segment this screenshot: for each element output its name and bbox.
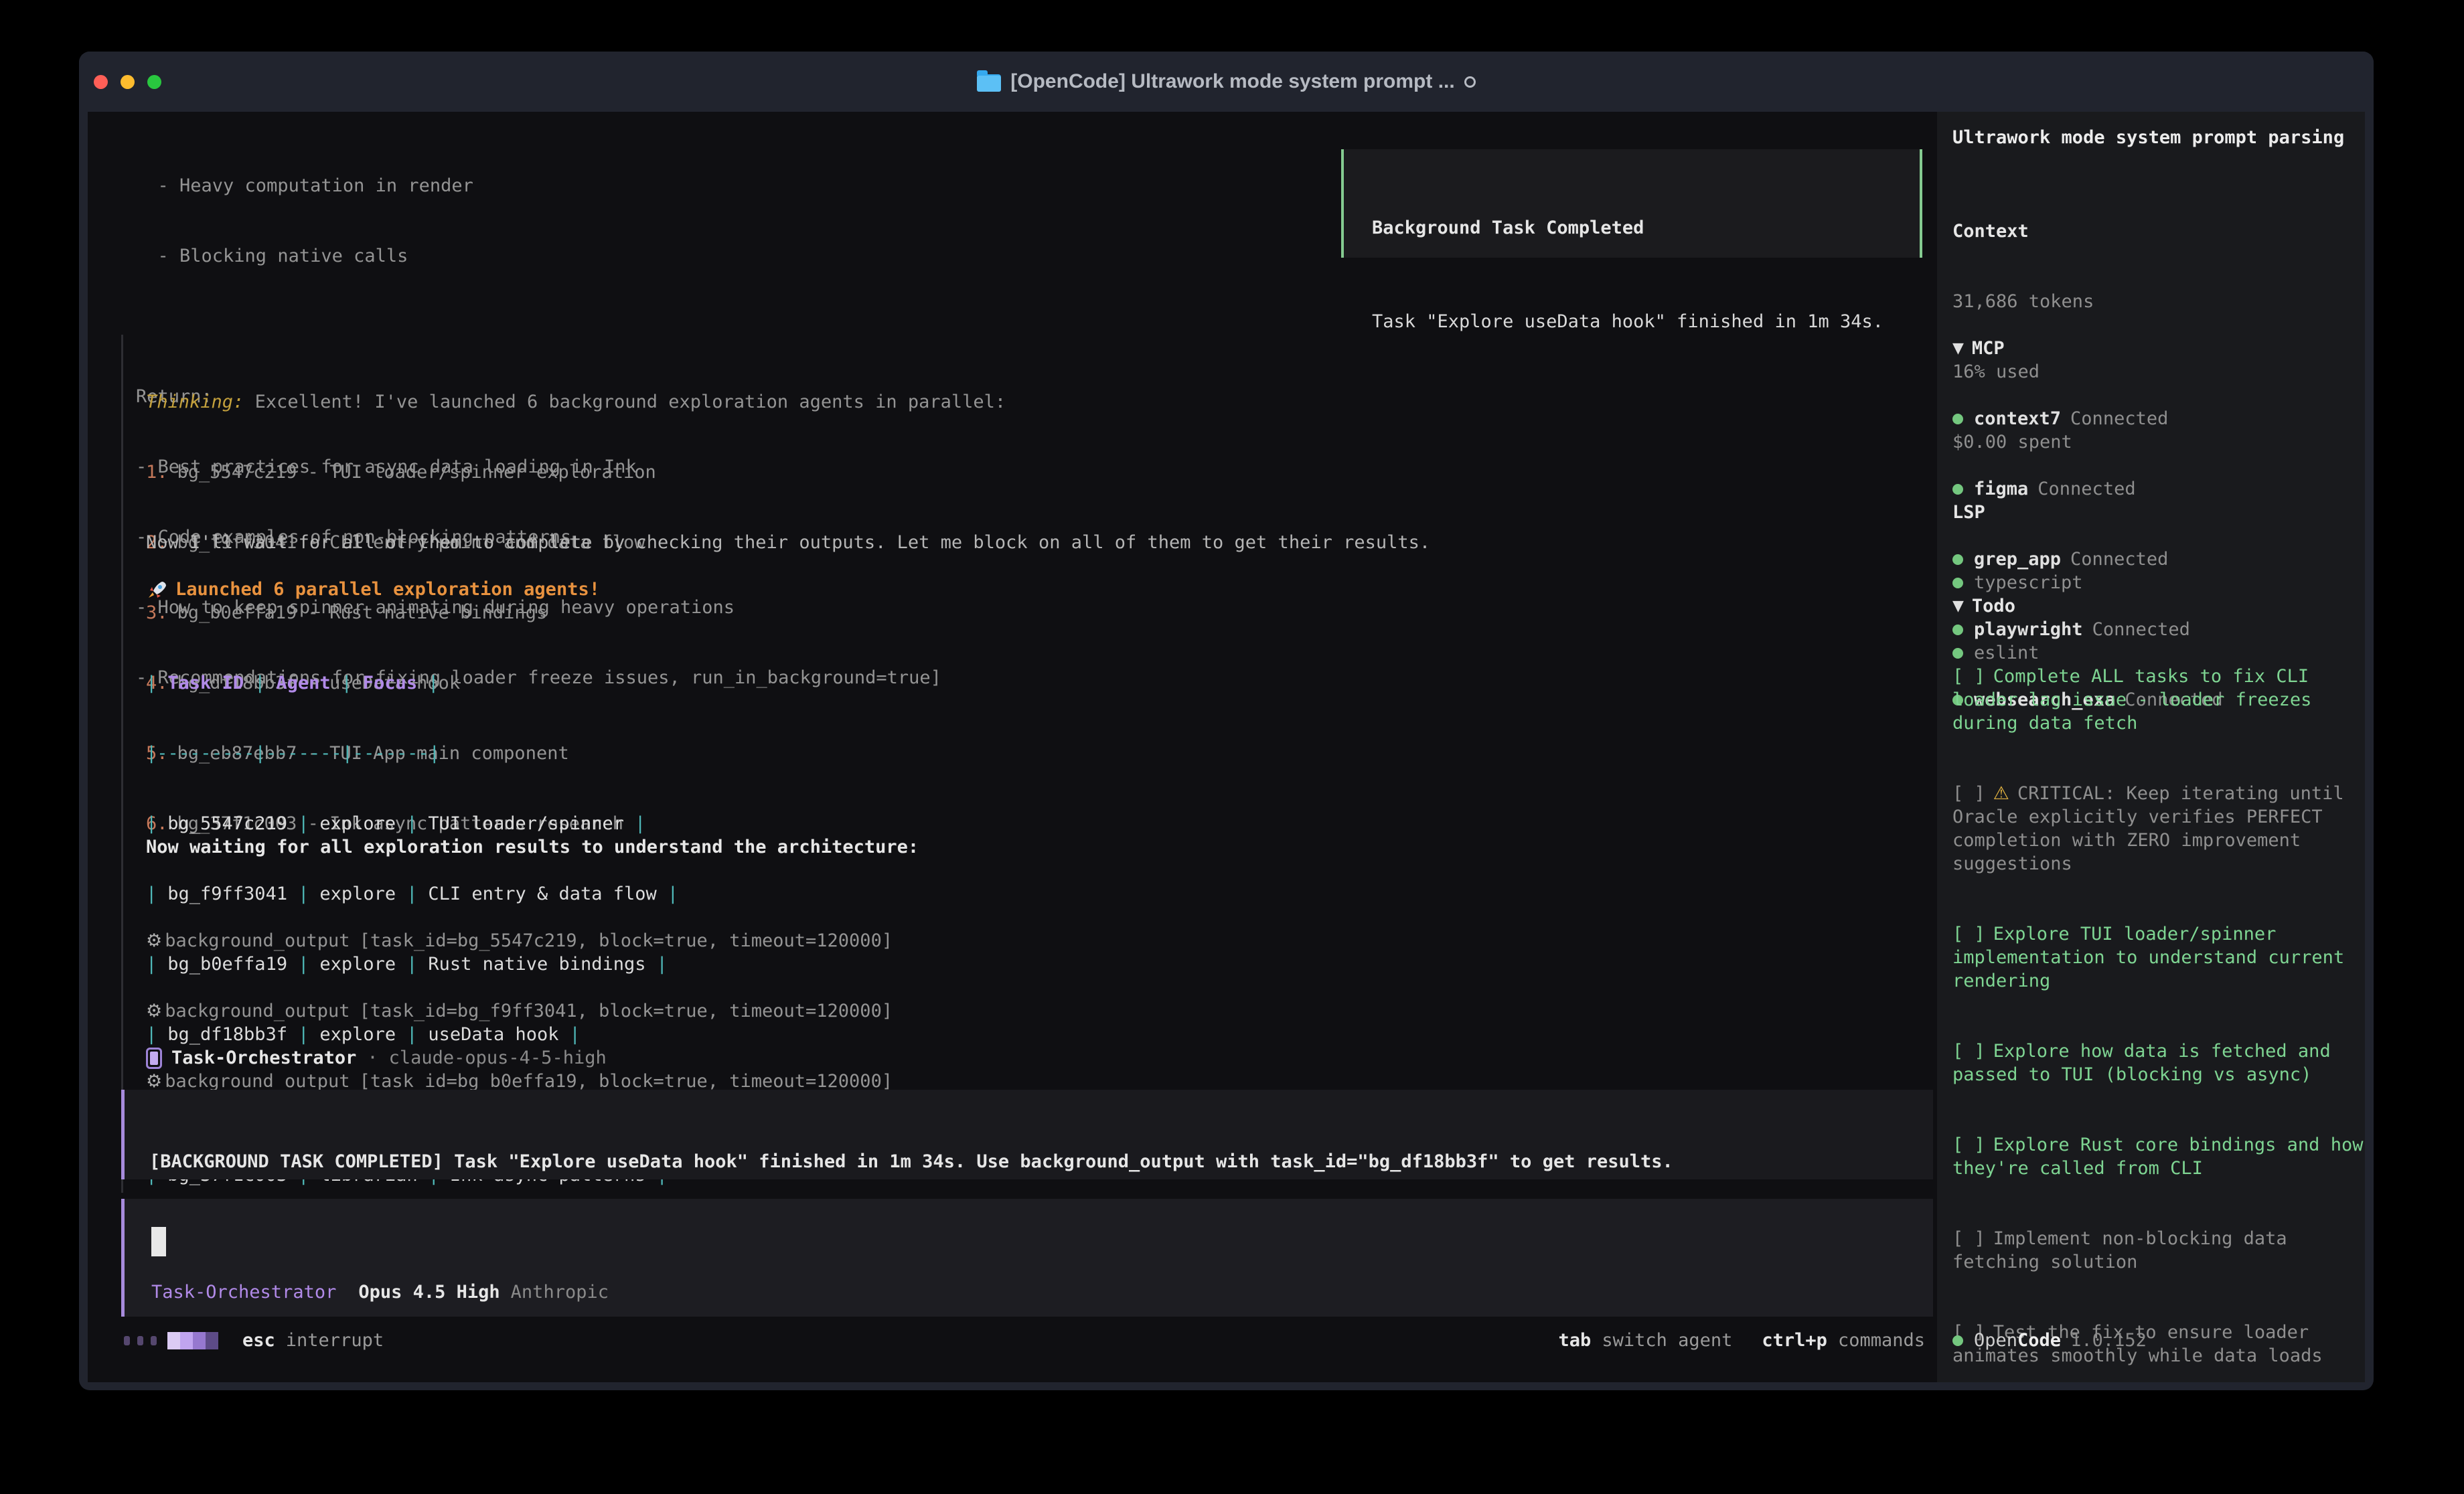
text-cursor: [151, 1227, 166, 1256]
chevron-down-icon: ▼: [1952, 594, 1964, 618]
thinking-label: Thinking:: [146, 390, 244, 414]
chevron-down-icon: ▼: [1952, 337, 1964, 360]
mcp-heading-row[interactable]: ▼ MCP: [1952, 337, 2223, 360]
tool-call: ⚙background_output[task_id=bg_5547c219, …: [146, 929, 893, 952]
tool-call: ⚙background_output[task_id=bg_f9ff3041, …: [146, 999, 893, 1023]
input-model: Opus 4.5 High: [358, 1280, 499, 1304]
statusbar-right: tab switch agent ctrl+p commands: [1559, 1329, 1925, 1352]
todo-section: ▼ Todo [ ]Complete ALL tasks to fix CLI l…: [1952, 548, 2366, 1390]
spinner-dots-icon: [124, 1336, 157, 1345]
table-header-row: |Task ID|Agent|Focus|: [146, 671, 678, 695]
agent-model: claude-opus-4-5-high: [389, 1046, 607, 1070]
titlebar: [OpenCode] Ultrawork mode system prompt …: [79, 52, 2374, 112]
status-dot-icon: [1952, 1335, 1963, 1346]
zoom-button[interactable]: [147, 75, 161, 89]
warning-icon: ⚠: [1993, 783, 2009, 804]
record-ring-icon: [1464, 76, 1476, 88]
tab-key-label: switch agent: [1602, 1329, 1732, 1352]
mcp-item: context7Connected: [1952, 407, 2223, 430]
agent-footer: Task-Orchestrator · claude-opus-4-5-high: [146, 1046, 607, 1070]
gear-icon: ⚙: [146, 929, 162, 952]
launch-banner-text: Launched 6 parallel exploration agents!: [175, 578, 600, 601]
conversation-pane: - Heavy computation in render - Blocking…: [88, 112, 1937, 1382]
todo-heading-row[interactable]: ▼ Todo: [1952, 594, 2366, 618]
lsp-heading: LSP: [1952, 501, 2083, 524]
close-button[interactable]: [94, 75, 108, 89]
todo-item: [ ]Explore how data is fetched and passe…: [1952, 1040, 2366, 1086]
minimize-button[interactable]: [121, 75, 135, 89]
wait-text: Now I'll wait for all of them to complet…: [146, 531, 1430, 554]
todo-item: [ ]Complete ALL tasks to fix CLI loader …: [1952, 665, 2366, 735]
notification-body: Task "Explore useData hook" finished in …: [1372, 310, 1920, 333]
todo-item: [ ]⚠CRITICAL: Keep iterating until Oracl…: [1952, 782, 2366, 876]
tab-key-hint: tab: [1559, 1329, 1592, 1352]
spinner-gradient-icon: [167, 1332, 218, 1349]
rocket-icon: [146, 579, 167, 600]
agent-badge-icon: [146, 1048, 162, 1069]
app-version: 1.0.152: [2070, 1329, 2147, 1352]
session-title: Ultrawork mode system prompt parsing: [1952, 126, 2344, 149]
input-provider: Anthropic: [511, 1280, 609, 1304]
esc-key-hint: esc: [242, 1329, 275, 1352]
app-version-status: OpenCode 1.0.152: [1952, 1329, 2147, 1352]
folder-icon: [977, 74, 1001, 92]
table-separator-row: |---------|-------|-------|: [146, 742, 678, 765]
todo-item: [ ]Explore TUI loader/spinner implementa…: [1952, 922, 2366, 993]
launch-banner: Launched 6 parallel exploration agents!: [146, 578, 600, 601]
assistant-message: Thinking: Excellent! I've launched 6 bac…: [121, 335, 1922, 1193]
mcp-heading: MCP: [1972, 337, 2005, 360]
table-row: |bg_5547c219|explore|TUI loader/spinner|: [146, 812, 678, 835]
thinking-text: Excellent! I've launched 6 background ex…: [244, 390, 1006, 414]
window-title: [OpenCode] Ultrawork mode system prompt …: [1010, 70, 1454, 93]
waiting-line: Now waiting for all exploration results …: [146, 835, 919, 859]
todo-item: [ ]Implement non-blocking data fetching …: [1952, 1227, 2366, 1274]
sidebar: Ultrawork mode system prompt parsing Con…: [1937, 112, 2365, 1382]
todo-item: [ ]Explore Rust core bindings and how th…: [1952, 1133, 2366, 1180]
agent-list-item: 3.bg_b0effa19 - Rust native bindings: [146, 601, 1006, 625]
todo-heading: Todo: [1972, 594, 2015, 618]
notification-title: Background Task Completed: [1372, 216, 1920, 240]
notification-toast: Background Task Completed Task "Explore …: [1341, 149, 1922, 258]
status-dot-icon: [1952, 414, 1963, 424]
app-window: [OpenCode] Ultrawork mode system prompt …: [79, 52, 2374, 1390]
ctrlp-key-label: commands: [1838, 1329, 1925, 1352]
input-agent-name: Task-Orchestrator: [151, 1280, 336, 1304]
esc-key-label: interrupt: [286, 1329, 384, 1352]
queued-message-text: [BACKGROUND TASK COMPLETED] Task "Explor…: [149, 1150, 1933, 1173]
context-heading: Context: [1952, 220, 2094, 243]
prompt-input[interactable]: Task-Orchestrator Opus 4.5 High Anthropi…: [121, 1199, 1933, 1317]
separator-dot: ·: [367, 1046, 378, 1070]
agent-list-item: 1.bg_5547c219 - TUI loader/spinner explo…: [146, 461, 1006, 484]
traffic-lights: [94, 52, 161, 112]
app-name-bold: Code: [2017, 1329, 2061, 1352]
queued-message-block: [BACKGROUND TASK COMPLETED] Task "Explor…: [121, 1090, 1933, 1179]
app-name-light: Open: [1974, 1329, 2017, 1352]
gear-icon: ⚙: [146, 999, 162, 1023]
agent-name: Task-Orchestrator: [171, 1046, 356, 1070]
statusbar-left: esc interrupt: [124, 1329, 384, 1352]
ctrlp-key-hint: ctrl+p: [1762, 1329, 1827, 1352]
window-title-area: [OpenCode] Ultrawork mode system prompt …: [977, 70, 1475, 93]
